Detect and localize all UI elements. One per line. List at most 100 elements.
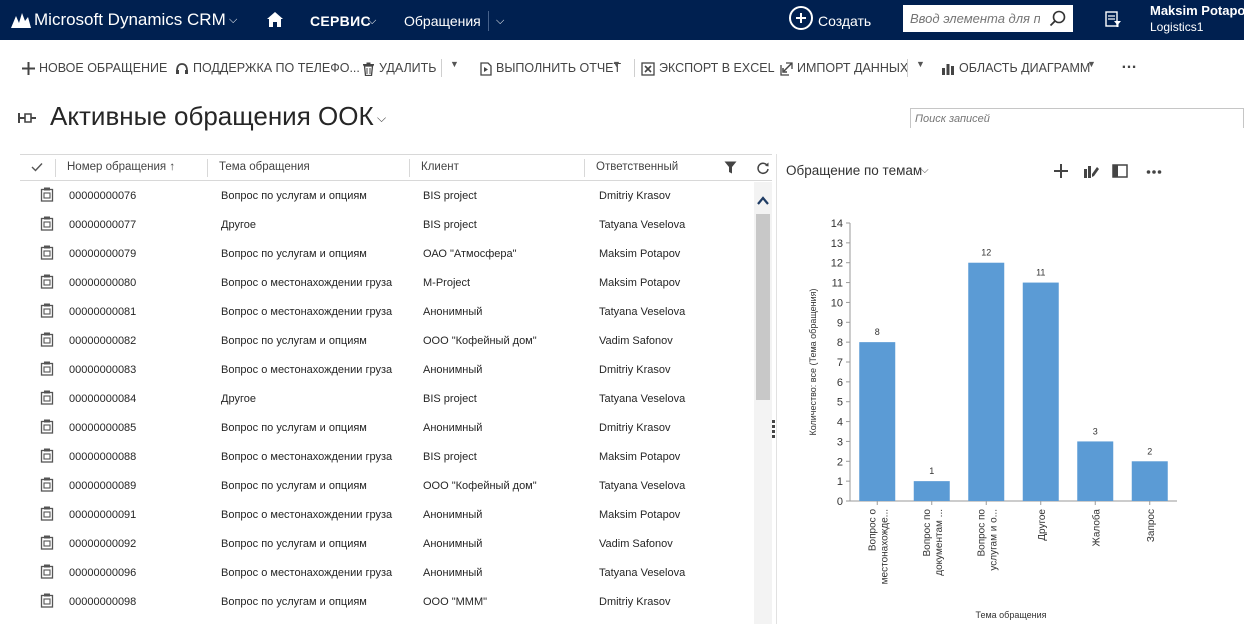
column-header-customer[interactable]: Клиент <box>421 161 459 173</box>
scroll-up-chevron-icon[interactable] <box>757 196 769 206</box>
export-excel-button[interactable]: ЭКСПОРТ В EXCEL <box>641 60 775 76</box>
table-row[interactable]: 00000000096 Вопрос о местонахождении груз… <box>20 559 754 588</box>
report-menu-caret-icon[interactable]: ▼ <box>612 59 621 69</box>
cell-customer[interactable]: Анонимный <box>423 567 482 579</box>
cell-customer[interactable]: Анонимный <box>423 306 482 318</box>
global-search-input[interactable] <box>904 6 1046 31</box>
table-row[interactable]: 00000000085 Вопрос по услугам и опциям Ано… <box>20 414 754 443</box>
cell-case-number[interactable]: 00000000079 <box>69 248 136 260</box>
cell-owner[interactable]: Dmitriy Krasov <box>599 190 671 202</box>
cell-customer[interactable]: M-Project <box>423 277 470 289</box>
table-row[interactable]: 00000000079 Вопрос по услугам и опциям ОАО… <box>20 240 754 269</box>
cell-owner[interactable]: Maksim Potapov <box>599 248 680 260</box>
table-row[interactable]: 00000000089 Вопрос по услугам и опциям ООО… <box>20 472 754 501</box>
view-title[interactable]: Активные обращения ООК <box>50 101 374 132</box>
table-row[interactable]: 00000000081 Вопрос о местонахождении груз… <box>20 298 754 327</box>
cell-owner[interactable]: Tatyana Veselova <box>599 480 685 492</box>
table-row[interactable]: 00000000098 Вопрос по услугам и опциям ООО… <box>20 588 754 617</box>
cell-case-number[interactable]: 00000000084 <box>69 393 136 405</box>
cell-customer[interactable]: ООО "Кофейный дом" <box>423 335 537 347</box>
run-report-button[interactable]: ВЫПОЛНИТЬ ОТЧЕТ <box>480 60 621 76</box>
table-row[interactable]: 00000000084 Другое BIS project Tatyana Vese… <box>20 385 754 414</box>
cell-customer[interactable]: Анонимный <box>423 538 482 550</box>
cell-owner[interactable]: Maksim Potapov <box>599 509 680 521</box>
delete-menu-caret-icon[interactable]: ▼ <box>450 59 459 69</box>
chevron-down-icon[interactable]: ⌵ <box>229 14 237 27</box>
chart-pane-button[interactable]: ОБЛАСТЬ ДИАГРАММ <box>941 60 1090 76</box>
home-icon[interactable] <box>266 11 284 28</box>
new-chart-plus-icon[interactable] <box>1053 163 1069 179</box>
cell-owner[interactable]: Maksim Potapov <box>599 277 680 289</box>
cell-case-number[interactable]: 00000000077 <box>69 219 136 231</box>
chart-edit-icon[interactable] <box>1083 163 1099 179</box>
column-header-owner[interactable]: Ответственный <box>596 161 678 173</box>
cell-owner[interactable]: Vadim Safonov <box>599 538 673 550</box>
cell-case-number[interactable]: 00000000096 <box>69 567 136 579</box>
chevron-down-icon[interactable]: ⌵ <box>496 15 504 28</box>
import-menu-caret-icon[interactable]: ▼ <box>916 59 925 69</box>
table-row[interactable]: 00000000083 Вопрос о местонахождении груз… <box>20 356 754 385</box>
cell-case-number[interactable]: 00000000080 <box>69 277 136 289</box>
cell-owner[interactable]: Dmitriy Krasov <box>599 364 671 376</box>
grid-scrollbar[interactable] <box>754 182 772 624</box>
cell-case-number[interactable]: 00000000082 <box>69 335 136 347</box>
cell-case-number[interactable]: 00000000083 <box>69 364 136 376</box>
table-row[interactable]: 00000000082 Вопрос по услугам и опциям ООО… <box>20 327 754 356</box>
user-name[interactable]: Maksim Potapov <box>1150 3 1244 18</box>
cell-owner[interactable]: Tatyana Veselova <box>599 306 685 318</box>
filter-icon[interactable] <box>724 161 737 174</box>
phone-support-button[interactable]: ПОДДЕРЖКА ПО ТЕЛЕФО... <box>175 60 360 76</box>
chevron-down-icon[interactable]: ⌵ <box>368 15 376 28</box>
table-row[interactable]: 00000000080 Вопрос о местонахождении груз… <box>20 269 754 298</box>
cell-customer[interactable]: ООО "МММ" <box>423 596 487 608</box>
column-header-case-number[interactable]: Номер обращения ↑ <box>67 161 175 173</box>
cell-customer[interactable]: Анонимный <box>423 509 482 521</box>
table-row[interactable]: 00000000091 Вопрос о местонахождении груз… <box>20 501 754 530</box>
record-search-input[interactable] <box>911 110 1243 128</box>
scrollbar-thumb[interactable] <box>756 214 770 400</box>
delete-button[interactable]: УДАЛИТЬ <box>362 60 436 76</box>
cell-customer[interactable]: BIS project <box>423 393 477 405</box>
cell-case-number[interactable]: 00000000089 <box>69 480 136 492</box>
cell-case-number[interactable]: 00000000098 <box>69 596 136 608</box>
cell-customer[interactable]: ОАО "Атмосфера" <box>423 248 517 260</box>
app-title[interactable]: Microsoft Dynamics CRM <box>34 10 226 30</box>
cell-owner[interactable]: Tatyana Veselova <box>599 219 685 231</box>
cell-owner[interactable]: Dmitriy Krasov <box>599 422 671 434</box>
cell-owner[interactable]: Dmitriy Krasov <box>599 596 671 608</box>
chart-more-options-icon[interactable] <box>1146 163 1162 179</box>
view-selector-chevron-icon[interactable]: ⌵ <box>377 111 386 126</box>
pin-icon[interactable] <box>18 110 36 126</box>
cell-owner[interactable]: Vadim Safonov <box>599 335 673 347</box>
select-all-checkmark-icon[interactable] <box>31 162 43 172</box>
new-case-button[interactable]: НОВОЕ ОБРАЩЕНИЕ <box>22 60 167 76</box>
column-header-subject[interactable]: Тема обращения <box>219 161 310 173</box>
cell-case-number[interactable]: 00000000076 <box>69 190 136 202</box>
table-row[interactable]: 00000000092 Вопрос по услугам и опциям Ано… <box>20 530 754 559</box>
create-plus-icon[interactable] <box>789 6 813 30</box>
create-button[interactable]: Создать <box>818 13 871 29</box>
refresh-icon[interactable] <box>756 161 770 175</box>
table-row[interactable]: 00000000077 Другое BIS project Tatyana Vese… <box>20 211 754 240</box>
cell-case-number[interactable]: 00000000081 <box>69 306 136 318</box>
chart-selector[interactable]: Обращение по темам <box>786 163 922 178</box>
cell-case-number[interactable]: 00000000092 <box>69 538 136 550</box>
cell-case-number[interactable]: 00000000091 <box>69 509 136 521</box>
import-data-button[interactable]: ИМПОРТ ДАННЫХ <box>780 60 908 76</box>
cell-case-number[interactable]: 00000000088 <box>69 451 136 463</box>
search-icon[interactable] <box>1048 9 1068 29</box>
table-row[interactable]: 00000000076 Вопрос по услугам и опциям BIS… <box>20 182 754 211</box>
cell-owner[interactable]: Maksim Potapov <box>599 451 680 463</box>
cell-customer[interactable]: BIS project <box>423 190 477 202</box>
entity-breadcrumb[interactable]: Обращения <box>404 13 481 29</box>
expand-chart-icon[interactable] <box>1112 163 1128 179</box>
cell-owner[interactable]: Tatyana Veselova <box>599 393 685 405</box>
table-row[interactable]: 00000000088 Вопрос о местонахождении груз… <box>20 443 754 472</box>
cell-case-number[interactable]: 00000000085 <box>69 422 136 434</box>
chevron-down-icon[interactable]: ⌵ <box>921 165 929 176</box>
chart-pane-caret-icon[interactable]: ▼ <box>1087 59 1096 69</box>
advanced-find-icon[interactable] <box>1104 10 1122 28</box>
cell-customer[interactable]: ООО "Кофейный дом" <box>423 480 537 492</box>
cell-customer[interactable]: BIS project <box>423 219 477 231</box>
cell-customer[interactable]: Анонимный <box>423 422 482 434</box>
